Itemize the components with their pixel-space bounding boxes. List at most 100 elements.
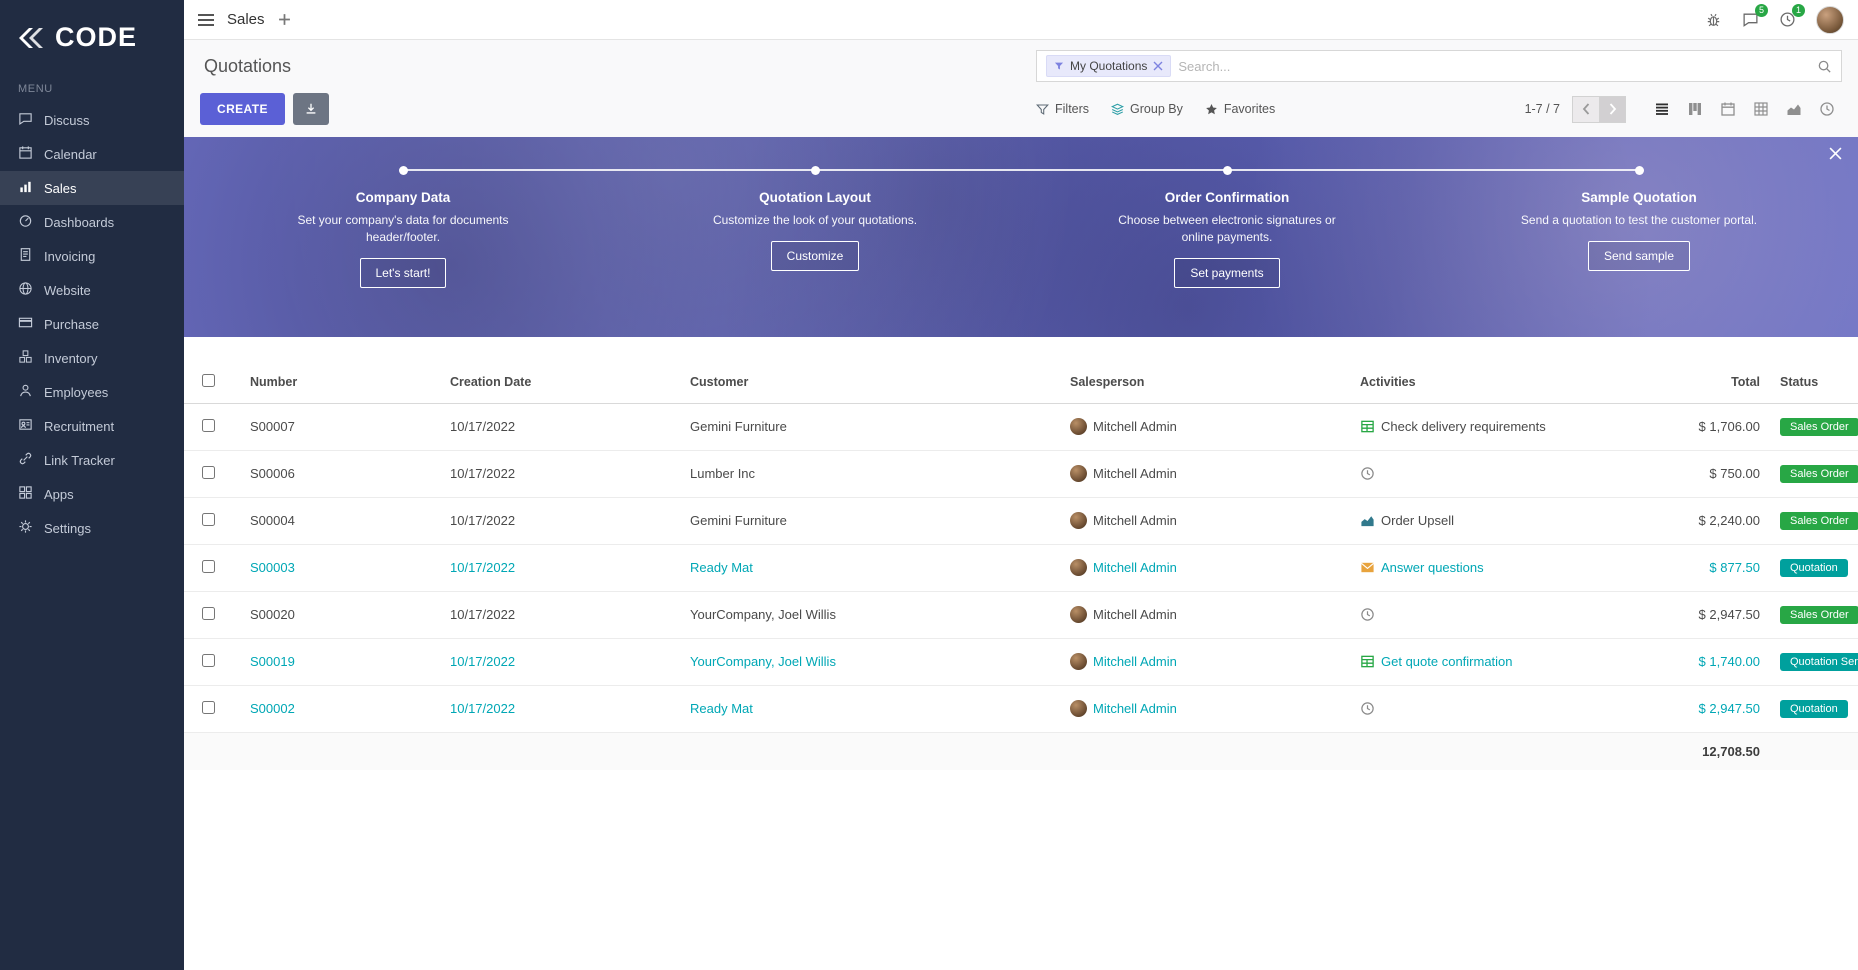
column-header-number[interactable]: Number <box>240 361 440 403</box>
onboarding-step-sample-quotation: Sample Quotation Send a quotation to tes… <box>1433 166 1845 288</box>
column-header-salesperson[interactable]: Salesperson <box>1060 361 1350 403</box>
table-row[interactable]: S00003 10/17/2022 Ready Mat Mitchell Adm… <box>184 544 1858 591</box>
sidebar-item-inventory[interactable]: Inventory <box>0 341 184 375</box>
column-header-status[interactable]: Status <box>1770 361 1858 403</box>
row-checkbox[interactable] <box>202 701 215 714</box>
filter-funnel-icon <box>1054 61 1064 71</box>
salesperson-avatar <box>1070 559 1087 576</box>
row-checkbox[interactable] <box>202 560 215 573</box>
table-row[interactable]: S00006 10/17/2022 Lumber Inc Mitchell Ad… <box>184 450 1858 497</box>
main-content: Sales 5 1 Quotations <box>184 0 1858 970</box>
person-icon <box>18 383 33 401</box>
status-badge: Sales Order <box>1780 418 1858 436</box>
table-row[interactable]: S00020 10/17/2022 YourCompany, Joel Will… <box>184 591 1858 638</box>
pager-prev-button[interactable] <box>1572 96 1599 123</box>
control-panel: Quotations My Quotations CREATE <box>184 40 1858 137</box>
sidebar-item-link-tracker[interactable]: Link Tracker <box>0 443 184 477</box>
sidebar-item-purchase[interactable]: Purchase <box>0 307 184 341</box>
table-row[interactable]: S00002 10/17/2022 Ready Mat Mitchell Adm… <box>184 685 1858 732</box>
customize-button[interactable]: Customize <box>771 241 860 271</box>
chart-icon <box>1360 513 1375 528</box>
search-input[interactable] <box>1178 59 1810 74</box>
sidebar: CODE MENU Discuss Calendar Sales Dashboa… <box>0 0 184 970</box>
column-header-total[interactable]: Total <box>1650 361 1770 403</box>
sidebar-item-sales[interactable]: Sales <box>0 171 184 205</box>
messages-icon[interactable]: 5 <box>1742 11 1759 28</box>
quotations-list: Number Creation Date Customer Salesperso… <box>184 337 1858 770</box>
tasks-icon <box>1360 419 1375 434</box>
view-switcher <box>1646 95 1842 124</box>
sidebar-item-calendar[interactable]: Calendar <box>0 137 184 171</box>
add-tab-icon[interactable] <box>278 13 291 26</box>
onboarding-step-quotation-layout: Quotation Layout Customize the look of y… <box>609 166 1021 288</box>
salesperson-avatar <box>1070 418 1087 435</box>
document-icon <box>18 247 33 265</box>
envelope-icon <box>1360 560 1375 575</box>
status-badge: Quotation Sent <box>1780 653 1858 671</box>
brand-mark-icon <box>16 25 46 51</box>
layers-icon <box>1111 103 1124 116</box>
user-avatar[interactable] <box>1816 6 1844 34</box>
select-all-checkbox[interactable] <box>202 374 215 387</box>
debug-bug-icon[interactable] <box>1705 11 1722 28</box>
current-app-name[interactable]: Sales <box>227 11 265 28</box>
table-row[interactable]: S00004 10/17/2022 Gemini Furniture Mitch… <box>184 497 1858 544</box>
activity-view-button[interactable] <box>1811 95 1842 124</box>
pager-next-button[interactable] <box>1599 96 1626 123</box>
chat-icon <box>18 111 33 129</box>
column-header-activities[interactable]: Activities <box>1350 361 1650 403</box>
brand-name: CODE <box>55 22 137 53</box>
onboarding-banner: Company Data Set your company's data for… <box>184 137 1858 337</box>
activity-view-icon <box>1819 101 1835 117</box>
download-icon <box>304 102 318 116</box>
sidebar-item-employees[interactable]: Employees <box>0 375 184 409</box>
gear-icon <box>18 519 33 537</box>
activities-clock-icon[interactable]: 1 <box>1779 11 1796 28</box>
menu-toggle-icon[interactable] <box>198 14 214 26</box>
list-view-icon <box>1654 101 1670 117</box>
sidebar-item-apps[interactable]: Apps <box>0 477 184 511</box>
kanban-view-button[interactable] <box>1679 95 1710 124</box>
remove-facet-icon[interactable] <box>1153 61 1163 71</box>
sidebar-item-dashboards[interactable]: Dashboards <box>0 205 184 239</box>
search-bar[interactable]: My Quotations <box>1036 50 1842 82</box>
calendar-view-icon <box>1720 101 1736 117</box>
sidebar-item-invoicing[interactable]: Invoicing <box>0 239 184 273</box>
group-by-button[interactable]: Group By <box>1111 102 1183 116</box>
column-header-creation-date[interactable]: Creation Date <box>440 361 680 403</box>
table-row[interactable]: S00019 10/17/2022 YourCompany, Joel Will… <box>184 638 1858 685</box>
lets-start-button[interactable]: Let's start! <box>360 258 447 288</box>
sidebar-item-website[interactable]: Website <box>0 273 184 307</box>
pivot-view-button[interactable] <box>1745 95 1776 124</box>
salesperson-avatar <box>1070 700 1087 717</box>
row-checkbox[interactable] <box>202 419 215 432</box>
row-checkbox[interactable] <box>202 607 215 620</box>
step-dot <box>1635 166 1644 175</box>
salesperson-avatar <box>1070 606 1087 623</box>
graph-view-button[interactable] <box>1778 95 1809 124</box>
column-header-customer[interactable]: Customer <box>680 361 1060 403</box>
search-icon[interactable] <box>1817 59 1832 74</box>
filters-button[interactable]: Filters <box>1036 102 1089 116</box>
send-sample-button[interactable]: Send sample <box>1588 241 1690 271</box>
kanban-view-icon <box>1687 101 1703 117</box>
row-checkbox[interactable] <box>202 654 215 667</box>
step-dot <box>399 166 408 175</box>
favorites-button[interactable]: Favorites <box>1205 102 1275 116</box>
list-view-button[interactable] <box>1646 95 1677 124</box>
table-row[interactable]: S00007 10/17/2022 Gemini Furniture Mitch… <box>184 403 1858 450</box>
export-button[interactable] <box>293 93 329 125</box>
sidebar-item-recruitment[interactable]: Recruitment <box>0 409 184 443</box>
graph-view-icon <box>1786 101 1802 117</box>
create-button[interactable]: CREATE <box>200 93 285 125</box>
sidebar-item-discuss[interactable]: Discuss <box>0 103 184 137</box>
link-icon <box>18 451 33 469</box>
calendar-view-button[interactable] <box>1712 95 1743 124</box>
row-checkbox[interactable] <box>202 513 215 526</box>
sidebar-item-settings[interactable]: Settings <box>0 511 184 545</box>
row-checkbox[interactable] <box>202 466 215 479</box>
status-badge: Sales Order <box>1780 465 1858 483</box>
funnel-icon <box>1036 103 1049 116</box>
set-payments-button[interactable]: Set payments <box>1174 258 1279 288</box>
search-facet[interactable]: My Quotations <box>1046 55 1171 77</box>
